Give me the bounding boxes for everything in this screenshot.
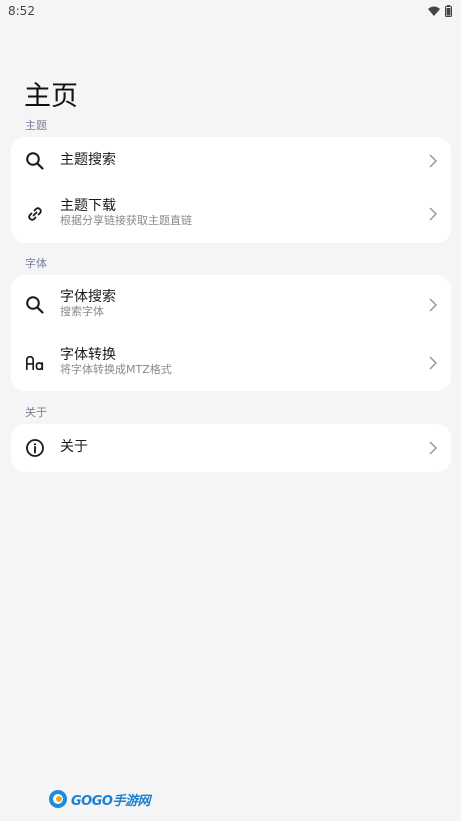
- row-title: 字体搜索: [60, 289, 116, 305]
- battery-icon: [445, 5, 452, 17]
- row-about[interactable]: 关于: [11, 424, 451, 472]
- row-theme-download[interactable]: 主题下载 根据分享链接获取主题直链: [11, 189, 451, 239]
- page-title: 主页: [24, 81, 78, 112]
- row-font-convert[interactable]: 字体转换 将字体转换成MTZ格式: [11, 337, 451, 389]
- about-card: 关于: [11, 424, 451, 472]
- section-label-theme: 主题: [25, 119, 47, 132]
- chevron-right-icon: [429, 207, 438, 221]
- row-subtitle: 根据分享链接获取主题直链: [60, 214, 192, 227]
- status-time: 8:52: [8, 4, 35, 18]
- row-title: 关于: [60, 439, 88, 455]
- row-text: 主题搜索: [60, 152, 116, 168]
- row-title: 主题搜索: [60, 152, 116, 168]
- watermark-text: GOGO手游网: [71, 793, 150, 809]
- row-subtitle: 搜索字体: [60, 305, 104, 318]
- theme-card: 主题搜索 主题下载 根据分享链接获取主题直链: [11, 137, 451, 243]
- font-icon: [25, 353, 45, 373]
- info-icon: [25, 438, 45, 458]
- section-label-about: 关于: [25, 406, 47, 419]
- row-subtitle: 将字体转换成MTZ格式: [60, 363, 172, 376]
- search-icon: [25, 295, 45, 315]
- chevron-right-icon: [429, 154, 438, 168]
- row-title: 字体转换: [60, 347, 116, 363]
- status-icons: [428, 5, 452, 17]
- row-text: 字体搜索 搜索字体: [60, 289, 116, 319]
- chevron-right-icon: [429, 356, 438, 370]
- section-label-font: 字体: [25, 257, 47, 270]
- search-icon: [25, 151, 45, 171]
- gogo-logo-icon: [49, 790, 67, 808]
- status-bar: 8:52: [0, 0, 461, 22]
- row-text: 关于: [60, 439, 88, 455]
- watermark-logo: GOGO手游网: [48, 789, 150, 809]
- row-theme-search[interactable]: 主题搜索: [11, 137, 451, 185]
- wifi-icon: [428, 6, 440, 16]
- font-card: 字体搜索 搜索字体 字体转换 将字体转换成MTZ格式: [11, 275, 451, 391]
- row-font-search[interactable]: 字体搜索 搜索字体: [11, 279, 451, 331]
- row-text: 主题下载 根据分享链接获取主题直链: [60, 198, 192, 228]
- link-icon: [25, 204, 45, 224]
- chevron-right-icon: [429, 298, 438, 312]
- chevron-right-icon: [429, 441, 438, 455]
- row-text: 字体转换 将字体转换成MTZ格式: [60, 347, 172, 377]
- row-title: 主题下载: [60, 198, 116, 214]
